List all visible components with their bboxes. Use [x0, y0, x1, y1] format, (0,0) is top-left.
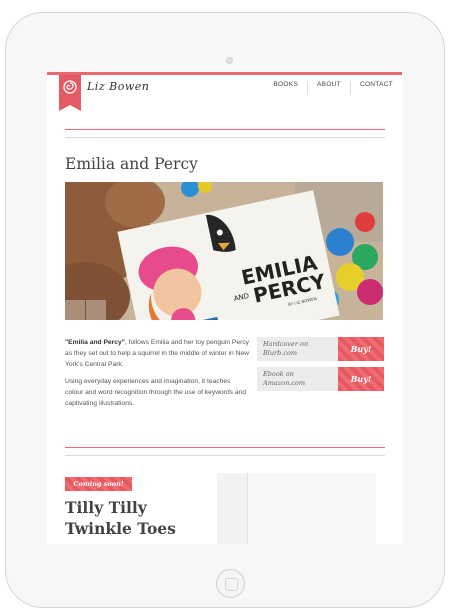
description-book-name: "Emilia and Percy" — [65, 339, 125, 346]
book-title-2: Tilly Tilly Twinkle Toes — [65, 497, 176, 539]
divider-red — [65, 129, 385, 130]
buy-option-ebook[interactable]: Ebook on Amazon.com Buy! — [257, 367, 384, 391]
divider-red — [65, 447, 385, 448]
buy-label-line2: Amazon.com — [263, 378, 306, 387]
main-nav: BOOKS ABOUT CONTACT — [264, 81, 402, 95]
camera-dot — [226, 57, 233, 64]
description-paragraph-2: Using everyday experiences and imaginati… — [65, 378, 247, 407]
signature-logo[interactable]: Liz Bowen — [87, 80, 149, 93]
description-paragraph: "Emilia and Percy", follows Emilia and h… — [65, 337, 250, 370]
gallery-thumb[interactable] — [65, 300, 85, 320]
nav-about[interactable]: ABOUT — [308, 81, 350, 95]
buy-option-hardcover[interactable]: Hardcover on Blurb.com Buy! — [257, 337, 384, 361]
buy-button[interactable]: Buy! — [338, 337, 384, 361]
gallery-thumb[interactable] — [86, 300, 106, 320]
book-description: "Emilia and Percy", follows Emilia and h… — [65, 337, 250, 415]
rose-logo-icon[interactable] — [59, 75, 81, 111]
buy-label-line1: Ebook on — [263, 370, 294, 378]
divider-gray — [65, 137, 385, 138]
nav-contact[interactable]: CONTACT — [351, 81, 402, 95]
book2-title-line1: Tilly Tilly — [65, 498, 147, 517]
book-cover-photo: EMILIA AND PERCY BY LIZ BOWEN — [65, 182, 383, 320]
home-button[interactable] — [216, 569, 245, 598]
divider-gray — [65, 455, 385, 456]
gallery-thumbnails — [65, 300, 106, 320]
book-title: Emilia and Percy — [65, 155, 198, 173]
book2-cover-image — [217, 473, 376, 544]
web-page: Liz Bowen BOOKS ABOUT CONTACT Emilia and… — [47, 72, 402, 544]
buy-option-label: Ebook on Amazon.com — [257, 367, 338, 391]
buy-label-line1: Hardcover on — [263, 340, 309, 348]
buy-label-line2: Blurb.com — [263, 348, 298, 357]
buy-option-label: Hardcover on Blurb.com — [257, 337, 338, 361]
book2-page — [247, 473, 376, 544]
book2-title-line2: Twinkle Toes — [65, 519, 176, 538]
nav-books[interactable]: BOOKS — [264, 81, 307, 95]
buy-button[interactable]: Buy! — [338, 367, 384, 391]
coming-soon-badge: Coming soon! — [65, 477, 132, 491]
